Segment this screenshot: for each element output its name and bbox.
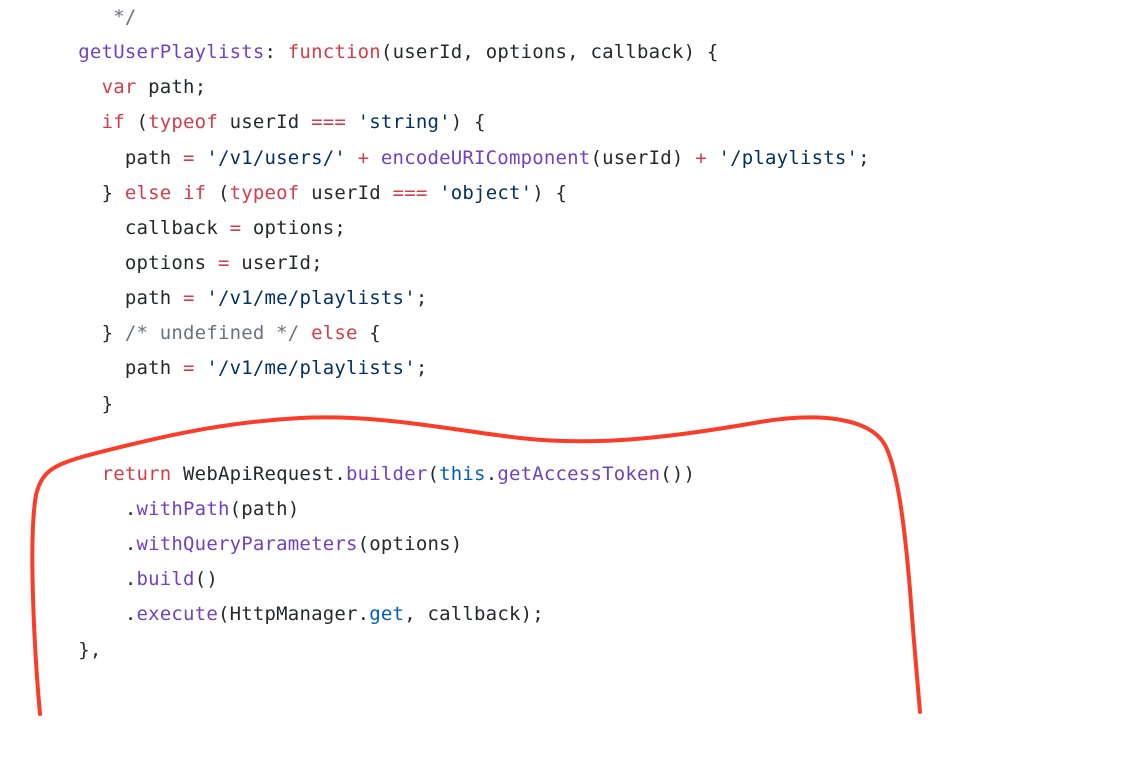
code-token: getUserPlaylists <box>78 41 264 63</box>
code-token: 'string' <box>358 111 451 133</box>
code-token: execute <box>136 603 217 625</box>
code-token: ( <box>381 41 393 63</box>
code-token: options <box>486 41 567 63</box>
code-token: getAccessToken <box>497 463 660 485</box>
code-token: userId <box>393 41 463 63</box>
code-token: . <box>486 463 498 485</box>
code-token: WebApiRequest <box>183 463 334 485</box>
code-token: withQueryParameters <box>136 533 357 555</box>
code-token: path <box>148 76 195 98</box>
code-token: '/v1/me/playlists' <box>206 287 416 309</box>
code-token: options <box>125 252 206 274</box>
code-token: . <box>125 568 137 590</box>
code-token: ); <box>521 603 544 625</box>
code-token: ; <box>858 147 870 169</box>
code-token: = <box>230 217 242 239</box>
code-token: callback <box>125 217 218 239</box>
code-token: . <box>358 603 370 625</box>
code-token: } <box>102 182 114 204</box>
code-token: userId <box>602 147 672 169</box>
code-token: === <box>393 182 428 204</box>
code-token: HttpManager <box>230 603 358 625</box>
code-token: userId <box>230 111 300 133</box>
code-token: this <box>439 463 486 485</box>
code-token: = <box>218 252 230 274</box>
code-token: return <box>102 463 172 485</box>
code-token: ; <box>416 287 428 309</box>
code-token: withPath <box>136 498 229 520</box>
code-token: : <box>265 41 288 63</box>
code-token: callback <box>427 603 520 625</box>
code-token: ( <box>590 147 602 169</box>
code-token: path <box>241 498 288 520</box>
code-token: === <box>311 111 346 133</box>
code-token: if <box>183 182 206 204</box>
code-token: ( <box>206 182 229 204</box>
code-token: builder <box>346 463 427 485</box>
code-token: , <box>567 41 590 63</box>
code-token: ) <box>288 498 300 520</box>
code-token: var <box>102 76 137 98</box>
code-token: typeof <box>148 111 218 133</box>
code-token: '/playlists' <box>718 147 858 169</box>
code-token: ()) <box>660 463 695 485</box>
code-token: = <box>183 287 195 309</box>
code-token: } <box>102 393 114 415</box>
code-token: path <box>125 357 172 379</box>
code-token: /* undefined */ <box>125 322 300 344</box>
code-token: + <box>695 147 707 169</box>
code-token: ; <box>334 217 346 239</box>
code-token: ( <box>427 463 439 485</box>
code-token: ) { <box>684 41 719 63</box>
code-token: if <box>102 111 125 133</box>
code-token: = <box>183 147 195 169</box>
code-token: { <box>358 322 381 344</box>
code-token: encodeURIComponent <box>381 147 591 169</box>
code-token: else <box>311 322 358 344</box>
code-token: '/v1/me/playlists' <box>206 357 416 379</box>
code-token: ; <box>311 252 323 274</box>
code-token: = <box>183 357 195 379</box>
code-token: path <box>125 287 172 309</box>
code-token: '/v1/users/' <box>206 147 346 169</box>
code-token: . <box>334 463 346 485</box>
code-token: ( <box>358 533 370 555</box>
code-token: ; <box>195 76 207 98</box>
code-token: . <box>125 498 137 520</box>
code-token: path <box>125 147 172 169</box>
code-token: 'object' <box>439 182 532 204</box>
code-token: ( <box>125 111 148 133</box>
code-token: userId <box>311 182 381 204</box>
code-token: callback <box>590 41 683 63</box>
code-token: get <box>369 603 404 625</box>
code-token: ) <box>672 147 684 169</box>
code-token: . <box>125 533 137 555</box>
code-block: */ getUserPlaylists: function(userId, op… <box>0 0 1144 688</box>
code-token: ; <box>416 357 428 379</box>
code-text: */ getUserPlaylists: function(userId, op… <box>55 0 1144 668</box>
code-token: ) { <box>451 111 486 133</box>
code-token: } <box>102 322 114 344</box>
code-token: }, <box>78 639 101 661</box>
code-token: , <box>462 41 485 63</box>
code-token: */ <box>55 6 136 28</box>
code-token: typeof <box>230 182 300 204</box>
code-token: ( <box>218 603 230 625</box>
code-token: function <box>288 41 381 63</box>
code-token: , <box>404 603 416 625</box>
code-token: ( <box>230 498 242 520</box>
code-token: ) { <box>532 182 567 204</box>
code-token: ) <box>451 533 463 555</box>
code-token: options <box>369 533 450 555</box>
code-token: userId <box>241 252 311 274</box>
code-token: + <box>358 147 370 169</box>
code-token: () <box>195 568 218 590</box>
code-token: else <box>125 182 172 204</box>
code-token: options <box>253 217 334 239</box>
code-token: build <box>136 568 194 590</box>
code-token: . <box>125 603 137 625</box>
